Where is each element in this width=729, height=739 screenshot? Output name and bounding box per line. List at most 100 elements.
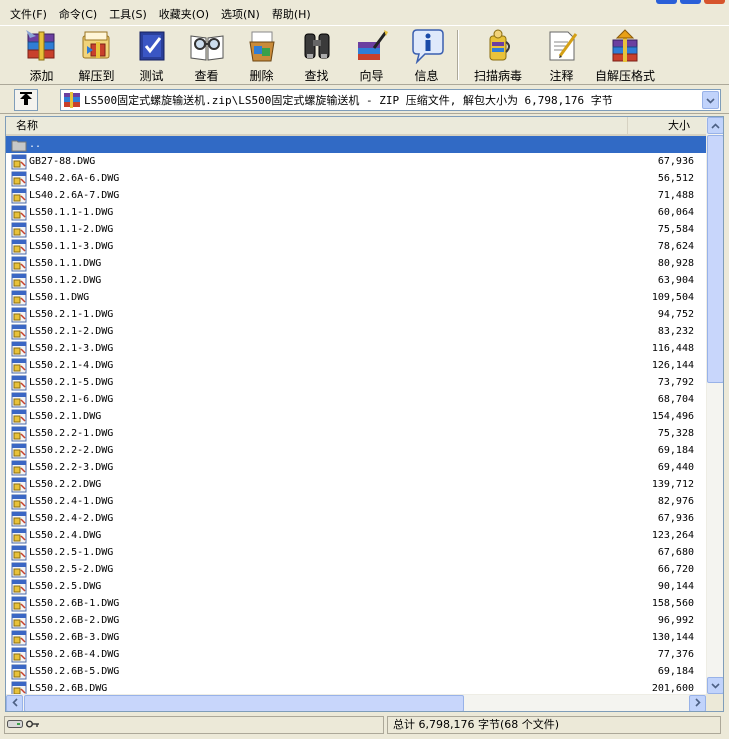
file-size: 90,144 xyxy=(657,581,694,592)
file-size: 123,264 xyxy=(651,530,694,541)
file-size: 69,440 xyxy=(657,462,694,473)
comment-button[interactable]: 注释 xyxy=(534,26,589,84)
table-row[interactable]: LS50.2.1-6.DWG 68,704 xyxy=(6,391,706,408)
table-row[interactable]: LS50.2.2-1.DWG 75,328 xyxy=(6,425,706,442)
horizontal-scrollbar[interactable] xyxy=(6,694,706,711)
table-row[interactable]: LS50.2.6B-3.DWG 130,144 xyxy=(6,629,706,646)
dwg-file-icon xyxy=(11,562,27,578)
table-row[interactable]: LS50.1.2.DWG 63,904 xyxy=(6,272,706,289)
file-size: 109,504 xyxy=(651,292,694,303)
find-button[interactable]: 查找 xyxy=(289,26,344,84)
table-row[interactable]: LS50.2.6B-2.DWG 96,992 xyxy=(6,612,706,629)
file-name: LS50.2.1-6.DWG xyxy=(29,394,114,405)
column-header-name[interactable]: 名称 xyxy=(6,117,628,134)
table-row[interactable]: LS50.2.5-2.DWG 66,720 xyxy=(6,561,706,578)
dwg-file-icon xyxy=(11,375,27,391)
file-name: LS50.1.1-1.DWG xyxy=(29,207,114,218)
table-row[interactable]: LS50.2.6B-1.DWG 158,560 xyxy=(6,595,706,612)
menu-tools[interactable]: 工具(S) xyxy=(103,5,153,24)
table-row[interactable]: LS50.2.5.DWG 90,144 xyxy=(6,578,706,595)
dwg-file-icon xyxy=(11,239,27,255)
file-size: 56,512 xyxy=(657,173,694,184)
file-name: LS50.2.4-2.DWG xyxy=(29,513,114,524)
table-row[interactable]: LS50.2.2-2.DWG 69,184 xyxy=(6,442,706,459)
table-row[interactable]: LS40.2.6A-7.DWG 71,488 xyxy=(6,187,706,204)
parent-folder-row[interactable]: .. xyxy=(6,136,706,153)
path-dropdown-button[interactable] xyxy=(702,91,719,109)
table-row[interactable]: LS50.2.2.DWG 139,712 xyxy=(6,476,706,493)
up-folder-button[interactable] xyxy=(14,89,38,111)
status-bar: 总计 6,798,176 字节(68 个文件) xyxy=(0,714,729,736)
add-archive-icon xyxy=(22,28,62,64)
menu-bar: 文件(F) 命令(C) 工具(S) 收藏夹(O) 选项(N) 帮助(H) xyxy=(0,4,729,25)
add-button[interactable]: 添加 xyxy=(14,26,69,84)
file-name: LS50.2.6B-4.DWG xyxy=(29,649,120,660)
table-row[interactable]: LS50.2.1-1.DWG 94,752 xyxy=(6,306,706,323)
table-row[interactable]: LS50.2.4-2.DWG 67,936 xyxy=(6,510,706,527)
chevron-down-icon xyxy=(711,679,720,692)
scroll-right-button[interactable] xyxy=(689,695,706,711)
dwg-file-icon xyxy=(11,460,27,476)
test-icon xyxy=(132,28,172,64)
table-row[interactable]: LS50.2.1-3.DWG 116,448 xyxy=(6,340,706,357)
file-name: LS50.2.1-4.DWG xyxy=(29,360,114,371)
virus-scan-button[interactable]: 扫描病毒 xyxy=(462,26,534,84)
file-name: LS50.1.1-2.DWG xyxy=(29,224,114,235)
table-row[interactable]: LS50.2.4.DWG 123,264 xyxy=(6,527,706,544)
table-row[interactable]: LS50.2.1-2.DWG 83,232 xyxy=(6,323,706,340)
file-size: 126,144 xyxy=(651,360,694,371)
archive-path-text: LS500固定式螺旋输送机.zip\LS500固定式螺旋输送机 - ZIP 压缩… xyxy=(84,94,613,107)
extract-to-label: 解压到 xyxy=(78,69,115,83)
view-label: 查看 xyxy=(194,69,219,83)
extract-to-button[interactable]: 解压到 xyxy=(69,26,124,84)
table-row[interactable]: LS50.2.1-5.DWG 73,792 xyxy=(6,374,706,391)
archive-path-field[interactable]: LS500固定式螺旋输送机.zip\LS500固定式螺旋输送机 - ZIP 压缩… xyxy=(60,89,721,111)
file-name: LS50.1.1-3.DWG xyxy=(29,241,114,252)
table-row[interactable]: LS50.2.4-1.DWG 82,976 xyxy=(6,493,706,510)
scroll-up-button[interactable] xyxy=(707,117,723,134)
menu-help[interactable]: 帮助(H) xyxy=(266,5,317,24)
test-button[interactable]: 测试 xyxy=(124,26,179,84)
file-name: LS50.2.4.DWG xyxy=(29,530,102,541)
menu-file[interactable]: 文件(F) xyxy=(4,5,53,24)
table-row[interactable]: LS40.2.6A-6.DWG 56,512 xyxy=(6,170,706,187)
scroll-down-button[interactable] xyxy=(707,677,723,694)
table-row[interactable]: LS50.2.1-4.DWG 126,144 xyxy=(6,357,706,374)
scroll-left-button[interactable] xyxy=(6,695,23,711)
menu-favorites[interactable]: 收藏夹(O) xyxy=(153,5,215,24)
table-row[interactable]: LS50.1.1-3.DWG 78,624 xyxy=(6,238,706,255)
table-row[interactable]: LS50.2.6B-4.DWG 77,376 xyxy=(6,646,706,663)
sfx-icon xyxy=(605,28,645,64)
delete-button[interactable]: 删除 xyxy=(234,26,289,84)
table-row[interactable]: GB27-88.DWG 67,936 xyxy=(6,153,706,170)
table-row[interactable]: LS50.1.1-2.DWG 75,584 xyxy=(6,221,706,238)
wizard-button[interactable]: 向导 xyxy=(344,26,399,84)
dwg-file-icon xyxy=(11,664,27,680)
find-label: 查找 xyxy=(304,69,329,83)
vertical-scroll-thumb[interactable] xyxy=(707,135,723,383)
view-button[interactable]: 查看 xyxy=(179,26,234,84)
table-row[interactable]: LS50.2.6B-5.DWG 69,184 xyxy=(6,663,706,680)
menu-commands[interactable]: 命令(C) xyxy=(53,5,103,24)
table-row[interactable]: LS50.2.2-3.DWG 69,440 xyxy=(6,459,706,476)
dwg-file-icon xyxy=(11,443,27,459)
file-size: 154,496 xyxy=(651,411,694,422)
table-row[interactable]: LS50.2.1.DWG 154,496 xyxy=(6,408,706,425)
table-row[interactable]: LS50.1.1.DWG 80,928 xyxy=(6,255,706,272)
dwg-file-icon xyxy=(11,324,27,340)
table-row[interactable]: LS50.2.5-1.DWG 67,680 xyxy=(6,544,706,561)
menu-options[interactable]: 选项(N) xyxy=(215,5,266,24)
virus-scan-label: 扫描病毒 xyxy=(473,69,522,83)
column-header-size[interactable]: 大小 xyxy=(628,117,704,134)
horizontal-scroll-thumb[interactable] xyxy=(24,695,464,711)
file-rows: .. GB27-88.DWG 67,936 LS40.2.6A-6.DWG 56,512… xyxy=(6,136,706,694)
status-left-pane xyxy=(4,716,384,734)
table-row[interactable]: LS50.1.1-1.DWG 60,064 xyxy=(6,204,706,221)
table-row[interactable]: LS50.2.6B.DWG 201,600 xyxy=(6,680,706,694)
table-row[interactable]: LS50.1.DWG 109,504 xyxy=(6,289,706,306)
scrollbar-corner xyxy=(706,694,723,711)
file-size: 77,376 xyxy=(657,649,694,660)
info-button[interactable]: 信息 xyxy=(399,26,454,84)
sfx-button[interactable]: 自解压格式 xyxy=(589,26,661,84)
vertical-scrollbar[interactable] xyxy=(706,117,723,694)
